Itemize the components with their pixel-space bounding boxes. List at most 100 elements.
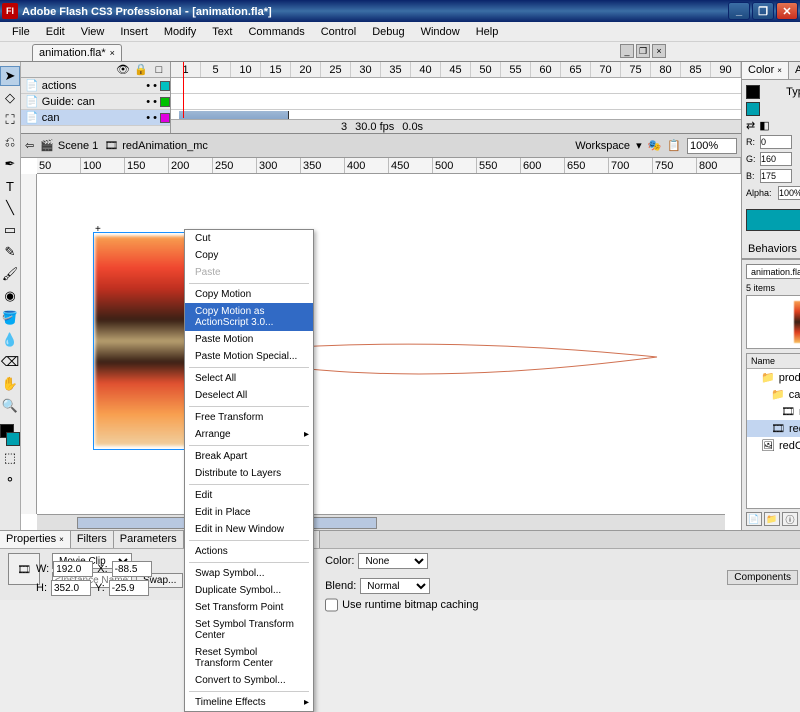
menu-debug[interactable]: Debug <box>364 24 412 40</box>
symbol-edit-icon[interactable]: 🎭 <box>648 139 662 152</box>
ctx-reset-symbol-transform-center[interactable]: Reset Symbol Transform Center <box>185 644 313 672</box>
menu-window[interactable]: Window <box>413 24 468 40</box>
ctx-swap-symbol-[interactable]: Swap Symbol... <box>185 565 313 582</box>
horizontal-scrollbar[interactable] <box>37 514 725 530</box>
ctx-actions[interactable]: Actions <box>185 543 313 560</box>
workspace-dropdown[interactable]: ▾ <box>636 139 642 152</box>
library-item[interactable]: 🖼redCan.png <box>747 437 800 454</box>
subselection-tool[interactable]: ◇ <box>0 88 20 108</box>
layer-row[interactable]: 📄Guide: can•• <box>21 94 170 110</box>
text-tool[interactable]: T <box>0 176 20 196</box>
new-folder-button[interactable]: 📁 <box>764 512 780 526</box>
playhead[interactable] <box>183 62 184 118</box>
symbol-crumb[interactable]: 🎞 redAnimation_mc <box>104 139 208 152</box>
scene-crumb[interactable]: 🎬 Scene 1 <box>40 139 98 152</box>
paint-bucket-tool[interactable]: 🪣 <box>0 308 20 328</box>
eraser-tool[interactable]: ⌫ <box>0 352 20 372</box>
ctx-cut[interactable]: Cut <box>185 230 313 247</box>
menu-text[interactable]: Text <box>204 24 240 40</box>
library-file-select[interactable]: animation.fla <box>746 264 800 279</box>
tab-filters[interactable]: Filters <box>71 531 114 548</box>
minimize-button[interactable]: _ <box>728 2 750 20</box>
document-tab[interactable]: animation.fla* × <box>32 44 122 61</box>
timeline-frames[interactable]: 151015202530354045505560657075808590 3 3… <box>171 62 741 133</box>
properties-button[interactable]: ⓘ <box>782 512 798 526</box>
components-panel-tab[interactable]: Components <box>727 570 798 585</box>
ctx-set-transform-point[interactable]: Set Transform Point <box>185 599 313 616</box>
scene-edit-icon[interactable]: 📋 <box>667 139 681 152</box>
default-colors-icon[interactable]: ◧ <box>759 119 769 132</box>
b-input[interactable] <box>760 169 792 183</box>
options-tool[interactable]: ⚬ <box>0 470 20 490</box>
tab-color[interactable]: Color× <box>742 62 789 79</box>
ctx-copy[interactable]: Copy <box>185 247 313 264</box>
ctx-copy-motion-as-actionscript-3-0-[interactable]: Copy Motion as ActionScript 3.0... <box>185 303 313 331</box>
selection-tool[interactable]: ➤ <box>0 66 20 86</box>
ctx-convert-to-symbol-[interactable]: Convert to Symbol... <box>185 672 313 689</box>
ctx-distribute-to-layers[interactable]: Distribute to Layers <box>185 465 313 482</box>
close-button[interactable]: ✕ <box>776 2 798 20</box>
y-input[interactable] <box>109 580 149 596</box>
pencil-tool[interactable]: ✎ <box>0 242 20 262</box>
height-input[interactable] <box>51 580 91 596</box>
rectangle-tool[interactable]: ▭ <box>0 220 20 240</box>
ink-bottle-tool[interactable]: ◉ <box>0 286 20 306</box>
snap-tool[interactable]: ⬚ <box>0 448 20 468</box>
new-symbol-button[interactable]: 📄 <box>746 512 762 526</box>
lasso-tool[interactable]: ⎌ <box>0 132 20 152</box>
outline-icon[interactable]: □ <box>152 64 166 76</box>
back-icon[interactable]: ⇦ <box>25 139 34 152</box>
ctx-arrange[interactable]: Arrange <box>185 426 313 443</box>
menu-view[interactable]: View <box>73 24 113 40</box>
ctx-break-apart[interactable]: Break Apart <box>185 448 313 465</box>
ctx-timeline-effects[interactable]: Timeline Effects <box>185 694 313 711</box>
doc-minimize-button[interactable]: _ <box>620 44 634 58</box>
menu-edit[interactable]: Edit <box>38 24 73 40</box>
library-item[interactable]: 🎞redCan_mc <box>747 403 800 420</box>
menu-insert[interactable]: Insert <box>112 24 156 40</box>
pen-tool[interactable]: ✒ <box>0 154 20 174</box>
layer-row[interactable]: 📄actions•• <box>21 78 170 94</box>
lock-icon[interactable]: 🔒 <box>134 63 148 76</box>
r-input[interactable] <box>760 135 792 149</box>
ctx-duplicate-symbol-[interactable]: Duplicate Symbol... <box>185 582 313 599</box>
hand-tool[interactable]: ✋ <box>0 374 20 394</box>
width-input[interactable] <box>53 561 93 577</box>
ctx-edit-in-place[interactable]: Edit in Place <box>185 504 313 521</box>
ctx-deselect-all[interactable]: Deselect All <box>185 387 313 404</box>
tab-behaviors[interactable]: Behaviors <box>742 241 800 258</box>
g-input[interactable] <box>760 152 792 166</box>
blend-mode-select[interactable]: Normal <box>360 578 430 594</box>
x-input[interactable] <box>112 561 152 577</box>
visibility-icon[interactable]: 👁 <box>116 63 130 76</box>
menu-help[interactable]: Help <box>468 24 507 40</box>
free-transform-tool[interactable]: ⛶ <box>0 110 20 130</box>
zoom-input[interactable] <box>687 138 737 154</box>
cache-bitmap-checkbox[interactable] <box>325 597 338 613</box>
swap-colors-icon[interactable]: ⇄ <box>746 119 755 132</box>
ctx-select-all[interactable]: Select All <box>185 370 313 387</box>
fill-color-swatch[interactable] <box>6 432 20 446</box>
ctx-copy-motion[interactable]: Copy Motion <box>185 286 313 303</box>
menu-modify[interactable]: Modify <box>156 24 204 40</box>
library-item[interactable]: 📁product_red <box>747 369 800 386</box>
menu-control[interactable]: Control <box>313 24 364 40</box>
menu-commands[interactable]: Commands <box>240 24 312 40</box>
ctx-paste-motion-special-[interactable]: Paste Motion Special... <box>185 348 313 365</box>
line-tool[interactable]: ╲ <box>0 198 20 218</box>
maximize-button[interactable]: ❐ <box>752 2 774 20</box>
library-item[interactable]: 🎞redAnimation_mc <box>747 420 800 437</box>
ctx-paste-motion[interactable]: Paste Motion <box>185 331 313 348</box>
menu-file[interactable]: File <box>4 24 38 40</box>
library-item[interactable]: 📁can <box>747 386 800 403</box>
stage[interactable]: + <box>37 174 725 514</box>
ctx-edit[interactable]: Edit <box>185 487 313 504</box>
doc-close-button[interactable]: × <box>652 44 666 58</box>
layer-row[interactable]: 📄can•• <box>21 110 170 126</box>
ctx-free-transform[interactable]: Free Transform <box>185 409 313 426</box>
zoom-tool[interactable]: 🔍 <box>0 396 20 416</box>
tab-properties[interactable]: Properties× <box>0 531 71 548</box>
eyedropper-tool[interactable]: 💧 <box>0 330 20 350</box>
fill-swatch[interactable] <box>746 102 760 116</box>
brush-tool[interactable]: 🖌 <box>0 264 20 284</box>
